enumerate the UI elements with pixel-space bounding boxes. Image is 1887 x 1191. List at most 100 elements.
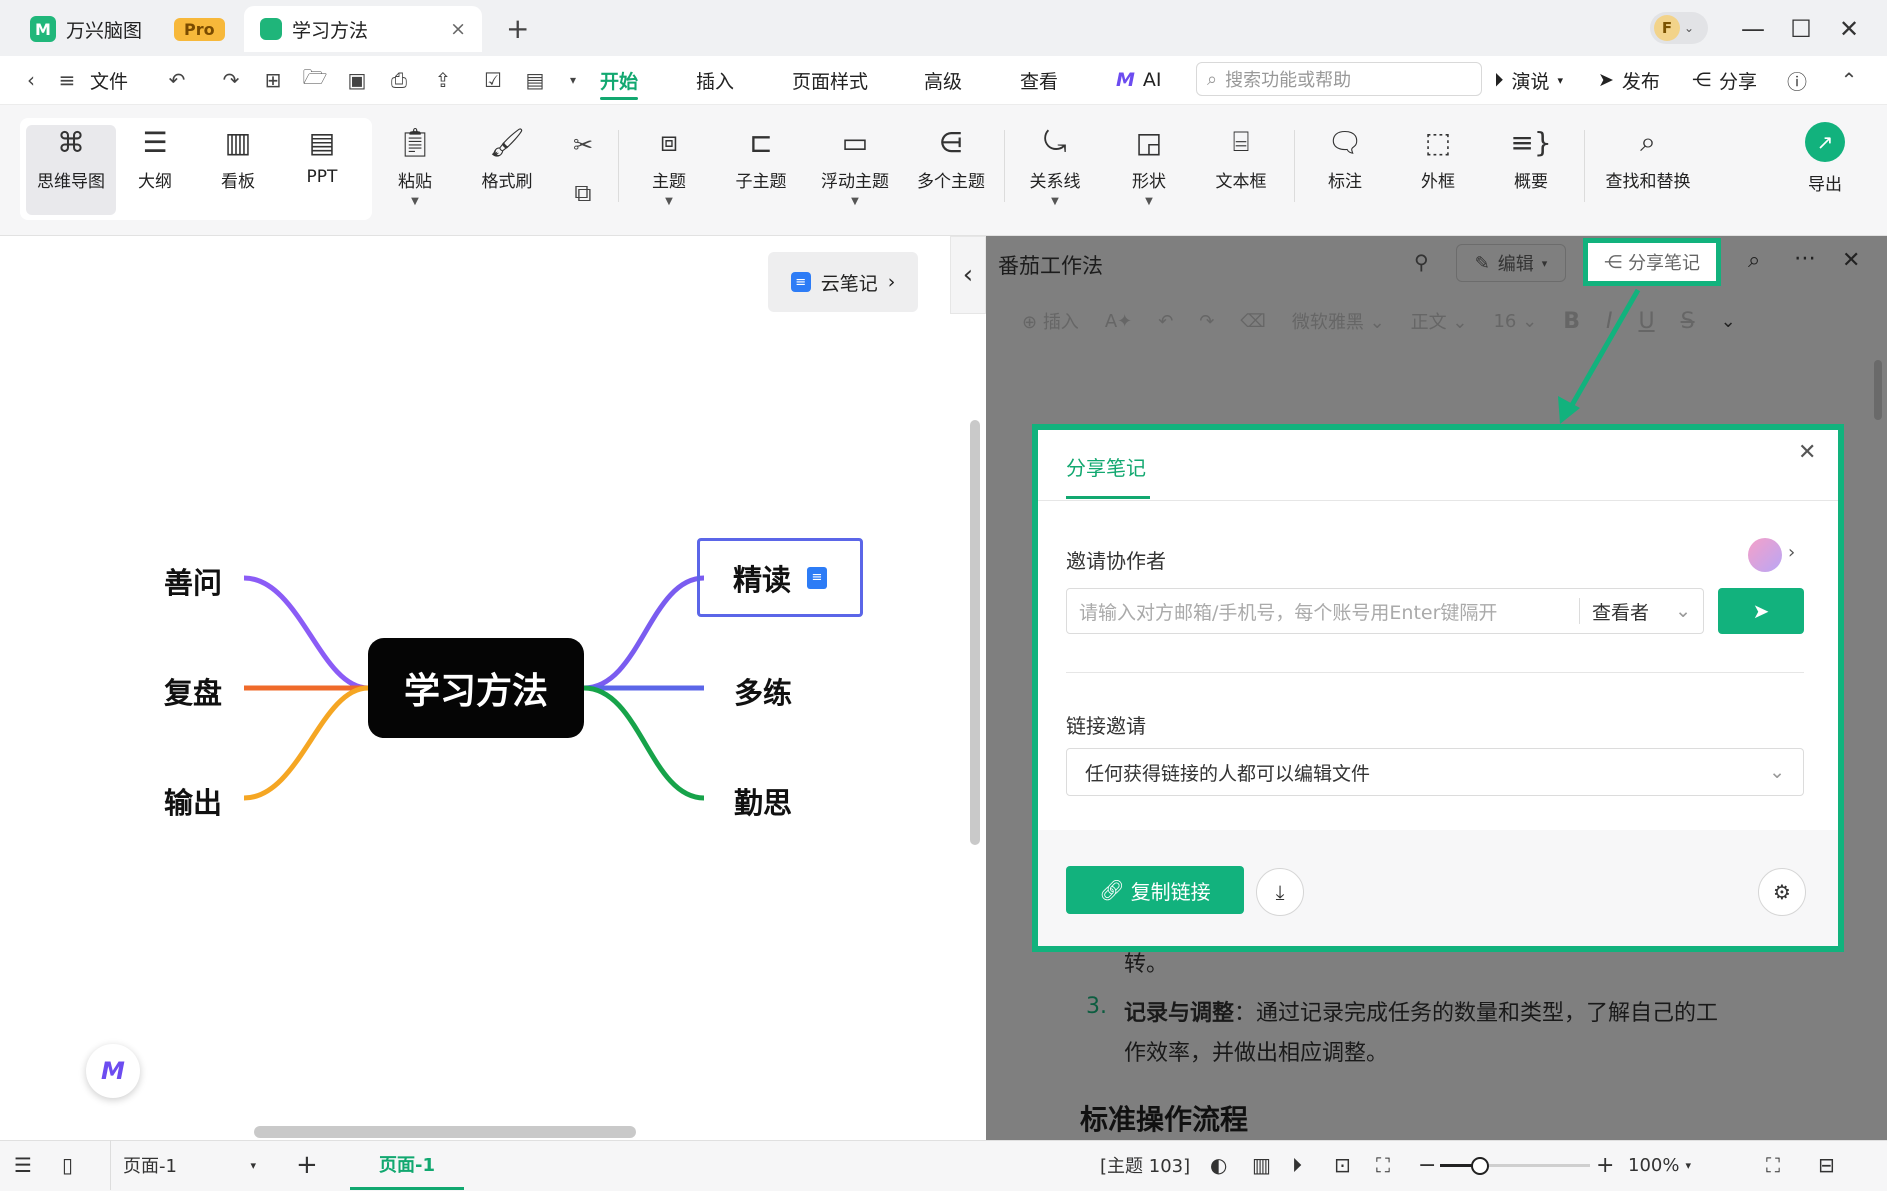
send-invite-button[interactable]: ➤: [1718, 588, 1804, 634]
topic-button[interactable]: ⧈ 主题 ▼: [624, 125, 714, 215]
canvas-vertical-scrollbar[interactable]: [970, 420, 980, 845]
checkbox-export-icon[interactable]: ☑: [480, 67, 506, 93]
fit-screen-icon[interactable]: ⛶: [1376, 1140, 1390, 1190]
page-list-icon[interactable]: ☰: [14, 1140, 32, 1190]
collapse-ribbon-icon[interactable]: ⌃: [1836, 67, 1862, 93]
insert-button[interactable]: ⊕ 插入: [1022, 308, 1079, 334]
note-search-icon[interactable]: ⌕: [1748, 248, 1760, 273]
minimize-icon[interactable]: —: [1738, 14, 1768, 44]
strikethrough-icon[interactable]: S: [1681, 309, 1695, 334]
boundary-button[interactable]: ⬚ 外框: [1393, 125, 1483, 215]
copy-icon[interactable]: ⧉: [570, 179, 596, 207]
redo-icon[interactable]: ↷: [218, 67, 244, 93]
view-outline-button[interactable]: ☰ 大纲: [110, 125, 200, 215]
topic-shanwen[interactable]: 善问: [164, 560, 222, 602]
redo-icon[interactable]: ↷: [1199, 311, 1214, 332]
export-button[interactable]: ↗ 导出: [1780, 122, 1870, 212]
tab-view[interactable]: 查看: [1020, 56, 1058, 104]
theme-icon[interactable]: ◐: [1210, 1140, 1227, 1190]
zoom-in-icon[interactable]: +: [1596, 1140, 1614, 1190]
summary-button[interactable]: ≡} 概要: [1486, 125, 1576, 215]
font-size-select[interactable]: 16 ⌄: [1493, 311, 1537, 332]
topic-fupan[interactable]: 复盘: [164, 670, 222, 712]
page-tab[interactable]: 页面-1: [350, 1140, 464, 1190]
share-button[interactable]: ⋲ 分享: [1692, 56, 1757, 104]
zoom-out-icon[interactable]: −: [1418, 1140, 1436, 1190]
callout-button[interactable]: 🗨︎ 标注: [1300, 125, 1390, 215]
share-note-button[interactable]: ⋲ 分享笔记: [1583, 238, 1721, 286]
floating-topic-button[interactable]: ▭ 浮动主题 ▼: [810, 125, 900, 215]
role-select[interactable]: 查看者 ⌄: [1580, 598, 1703, 625]
paragraph-style-select[interactable]: 正文 ⌄: [1411, 308, 1468, 334]
save-icon[interactable]: ▣: [344, 67, 370, 93]
root-topic[interactable]: 学习方法: [368, 638, 584, 738]
collaborators-avatar[interactable]: [1748, 538, 1782, 572]
more-chevron-icon[interactable]: ▾: [560, 67, 586, 93]
add-page-icon[interactable]: +: [296, 1140, 318, 1190]
close-panel-icon[interactable]: ✕: [1842, 248, 1860, 273]
print-icon[interactable]: ⎙: [386, 67, 412, 93]
save-as-icon[interactable]: ▤: [522, 67, 548, 93]
zoom-select[interactable]: 100% ▾: [1628, 1140, 1691, 1190]
paste-button[interactable]: 📋︎ 粘贴 ▼: [370, 125, 460, 215]
topic-shuchu[interactable]: 输出: [164, 780, 222, 822]
app-home-tab[interactable]: M 万兴脑图 Pro: [14, 6, 241, 52]
invite-input[interactable]: 请输入对方邮箱/手机号，每个账号用Enter键隔开: [1067, 598, 1579, 625]
search-input[interactable]: ⌕ 搜索功能或帮助: [1196, 62, 1482, 96]
close-window-icon[interactable]: ✕: [1834, 14, 1864, 44]
page-view-icon[interactable]: ▯: [62, 1140, 73, 1190]
cut-icon[interactable]: ✂: [570, 131, 596, 159]
panel-toggle-icon[interactable]: ⊟: [1818, 1140, 1835, 1190]
topic-jingdu[interactable]: 精读 ≡: [697, 538, 863, 617]
tab-share-note[interactable]: 分享笔记: [1066, 452, 1146, 481]
subtopic-button[interactable]: ⊏ 子主题: [716, 125, 806, 215]
topic-qinsi[interactable]: 勤思: [734, 780, 792, 822]
page-select[interactable]: 页面-1 ▾: [110, 1140, 256, 1190]
chevron-right-icon[interactable]: ›: [1788, 542, 1795, 563]
play-icon[interactable]: ⏵: [1292, 1140, 1302, 1190]
new-file-icon[interactable]: ⊞: [260, 67, 286, 93]
close-tab-icon[interactable]: ×: [450, 18, 466, 40]
undo-icon[interactable]: ↶: [1158, 311, 1173, 332]
open-folder-icon[interactable]: 🗁: [302, 65, 328, 93]
pin-icon[interactable]: ⚲: [1414, 250, 1429, 274]
invite-field[interactable]: 请输入对方邮箱/手机号，每个账号用Enter键隔开 查看者 ⌄: [1066, 588, 1704, 634]
document-tab[interactable]: 学习方法 ×: [244, 6, 482, 52]
fullscreen-icon[interactable]: ⛶: [1766, 1140, 1780, 1190]
book-icon[interactable]: ▥: [1252, 1140, 1271, 1190]
download-icon[interactable]: ⤓: [1256, 868, 1304, 916]
expand-toolbar-icon[interactable]: ⌄: [1721, 311, 1736, 332]
textbox-button[interactable]: ⌸ 文本框: [1196, 125, 1286, 215]
clear-format-icon[interactable]: ⌫: [1240, 311, 1265, 332]
close-dialog-icon[interactable]: ✕: [1798, 440, 1816, 465]
zoom-slider-knob[interactable]: [1470, 1157, 1489, 1175]
multiple-topics-button[interactable]: ⋳ 多个主题: [906, 125, 996, 215]
pro-badge[interactable]: Pro: [174, 17, 225, 41]
file-menu[interactable]: 文件: [90, 56, 128, 104]
more-icon[interactable]: ⋯: [1794, 246, 1816, 271]
help-icon[interactable]: ⓘ: [1784, 67, 1810, 94]
find-replace-button[interactable]: ⌕ 查找和替换: [1596, 125, 1700, 215]
view-ppt-button[interactable]: ▤ PPT: [277, 125, 367, 215]
edit-mode-dropdown[interactable]: ✎ 编辑 ▾: [1456, 244, 1566, 282]
maximize-icon[interactable]: ☐: [1786, 14, 1816, 44]
publish-button[interactable]: ➤ 发布: [1598, 56, 1660, 104]
view-mindmap-button[interactable]: ⌘ 思维导图: [26, 125, 116, 215]
note-attached-icon[interactable]: ≡: [807, 566, 827, 589]
ai-assistant-icon[interactable]: M: [86, 1044, 140, 1098]
present-button[interactable]: ⏵ 演说 ▾: [1494, 56, 1563, 104]
new-tab-icon[interactable]: +: [506, 12, 529, 45]
format-painter-button[interactable]: 🖌︎ 格式刷: [462, 125, 552, 215]
zoom-slider[interactable]: [1440, 1157, 1590, 1175]
link-permission-select[interactable]: 任何获得链接的人都可以编辑文件 ⌄: [1066, 748, 1804, 796]
relationship-button[interactable]: ⤿ 关系线 ▼: [1010, 125, 1100, 215]
ai-button[interactable]: M AI: [1116, 56, 1162, 104]
export-quick-icon[interactable]: ⇪: [430, 67, 456, 93]
topic-duolian[interactable]: 多练: [734, 670, 792, 712]
copy-link-button[interactable]: 🔗︎ 复制链接: [1066, 866, 1244, 914]
back-icon[interactable]: ‹: [18, 67, 44, 93]
tab-advanced[interactable]: 高级: [924, 56, 962, 104]
note-scrollbar[interactable]: [1874, 360, 1882, 420]
tab-page-style[interactable]: 页面样式: [792, 56, 868, 104]
tab-start[interactable]: 开始: [600, 56, 639, 104]
